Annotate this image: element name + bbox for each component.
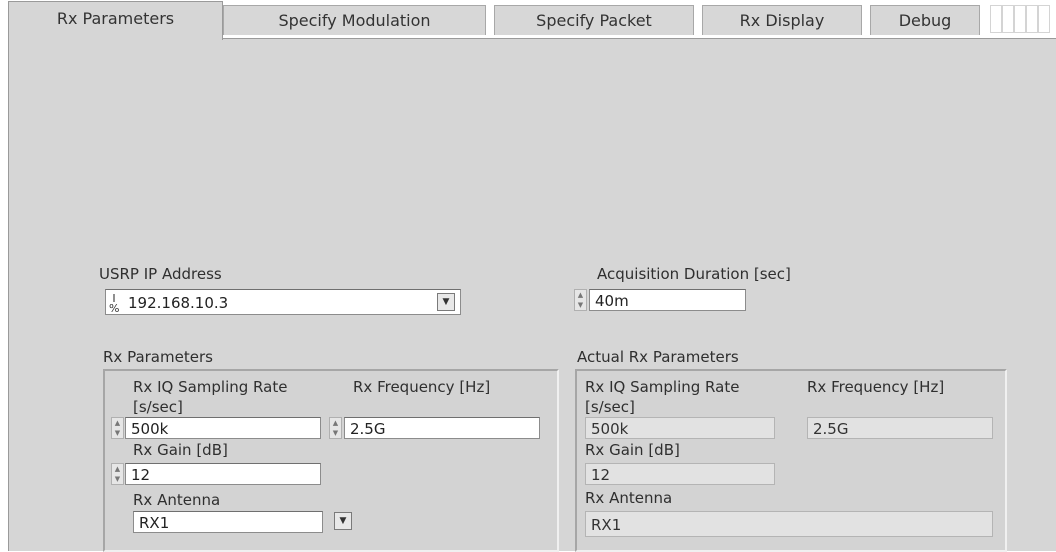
rx-sampling-rate-input[interactable]: 500k — [125, 417, 321, 439]
dropdown-arrow-icon[interactable]: ▼ — [334, 512, 352, 530]
rx-frequency-input[interactable]: 2.5G — [344, 417, 540, 439]
tab-rx-parameters[interactable]: Rx Parameters — [8, 1, 223, 40]
usrp-ip-value: 192.168.10.3 — [128, 294, 229, 312]
tab-grid-filler — [1038, 5, 1050, 33]
rx-parameters-title: Rx Parameters — [103, 348, 213, 366]
actual-frequency-label: Rx Frequency [Hz] — [807, 378, 945, 396]
actual-gain-label: Rx Gain [dB] — [585, 441, 680, 459]
acquisition-duration-input[interactable]: 40m — [589, 289, 746, 311]
usrp-ip-label: USRP IP Address — [99, 265, 222, 283]
spin-arrows-icon[interactable]: ▲ ▼ — [574, 289, 587, 311]
rx-frequency-label: Rx Frequency [Hz] — [353, 378, 491, 396]
tab-grid-filler — [990, 5, 1002, 33]
ip-address-icon[interactable]: I% — [109, 293, 119, 314]
rx-antenna-select[interactable]: RX1 — [133, 511, 323, 533]
tab-rx-display[interactable]: Rx Display — [702, 5, 862, 35]
tab-specify-modulation[interactable]: Specify Modulation — [223, 5, 486, 35]
tab-grid-filler — [1002, 5, 1014, 33]
tab-specify-packet[interactable]: Specify Packet — [494, 5, 694, 35]
actual-sampling-rate-indicator: 500k — [585, 417, 775, 439]
rx-antenna-label: Rx Antenna — [133, 491, 221, 509]
actual-frequency-indicator: 2.5G — [807, 417, 993, 439]
spin-arrows-icon[interactable]: ▲ ▼ — [111, 417, 124, 439]
usrp-ip-combobox[interactable]: 192.168.10.3 — [105, 289, 461, 315]
rx-parameters-panel: USRP IP Address 192.168.10.3 I% ▼ Acquis… — [8, 38, 1056, 552]
tab-grid-filler — [1026, 5, 1038, 33]
rx-gain-label: Rx Gain [dB] — [133, 441, 228, 459]
acquisition-duration-label: Acquisition Duration [sec] — [597, 265, 791, 283]
rx-sampling-rate-label: Rx IQ Sampling Rate [s/sec] — [133, 378, 288, 416]
spin-arrows-icon[interactable]: ▲ ▼ — [111, 463, 124, 485]
actual-antenna-indicator: RX1 — [585, 511, 993, 537]
tab-debug[interactable]: Debug — [870, 5, 980, 35]
actual-rx-parameters-title: Actual Rx Parameters — [577, 348, 739, 366]
rx-gain-input[interactable]: 12 — [125, 463, 321, 485]
actual-gain-indicator: 12 — [585, 463, 775, 485]
actual-sampling-rate-label: Rx IQ Sampling Rate [s/sec] — [585, 378, 740, 416]
tab-grid-filler — [1014, 5, 1026, 33]
tab-bar: Rx Parameters Specify Modulation Specify… — [0, 0, 1056, 40]
dropdown-arrow-icon[interactable]: ▼ — [437, 293, 455, 311]
actual-antenna-label: Rx Antenna — [585, 489, 673, 507]
spin-arrows-icon[interactable]: ▲ ▼ — [329, 417, 342, 439]
